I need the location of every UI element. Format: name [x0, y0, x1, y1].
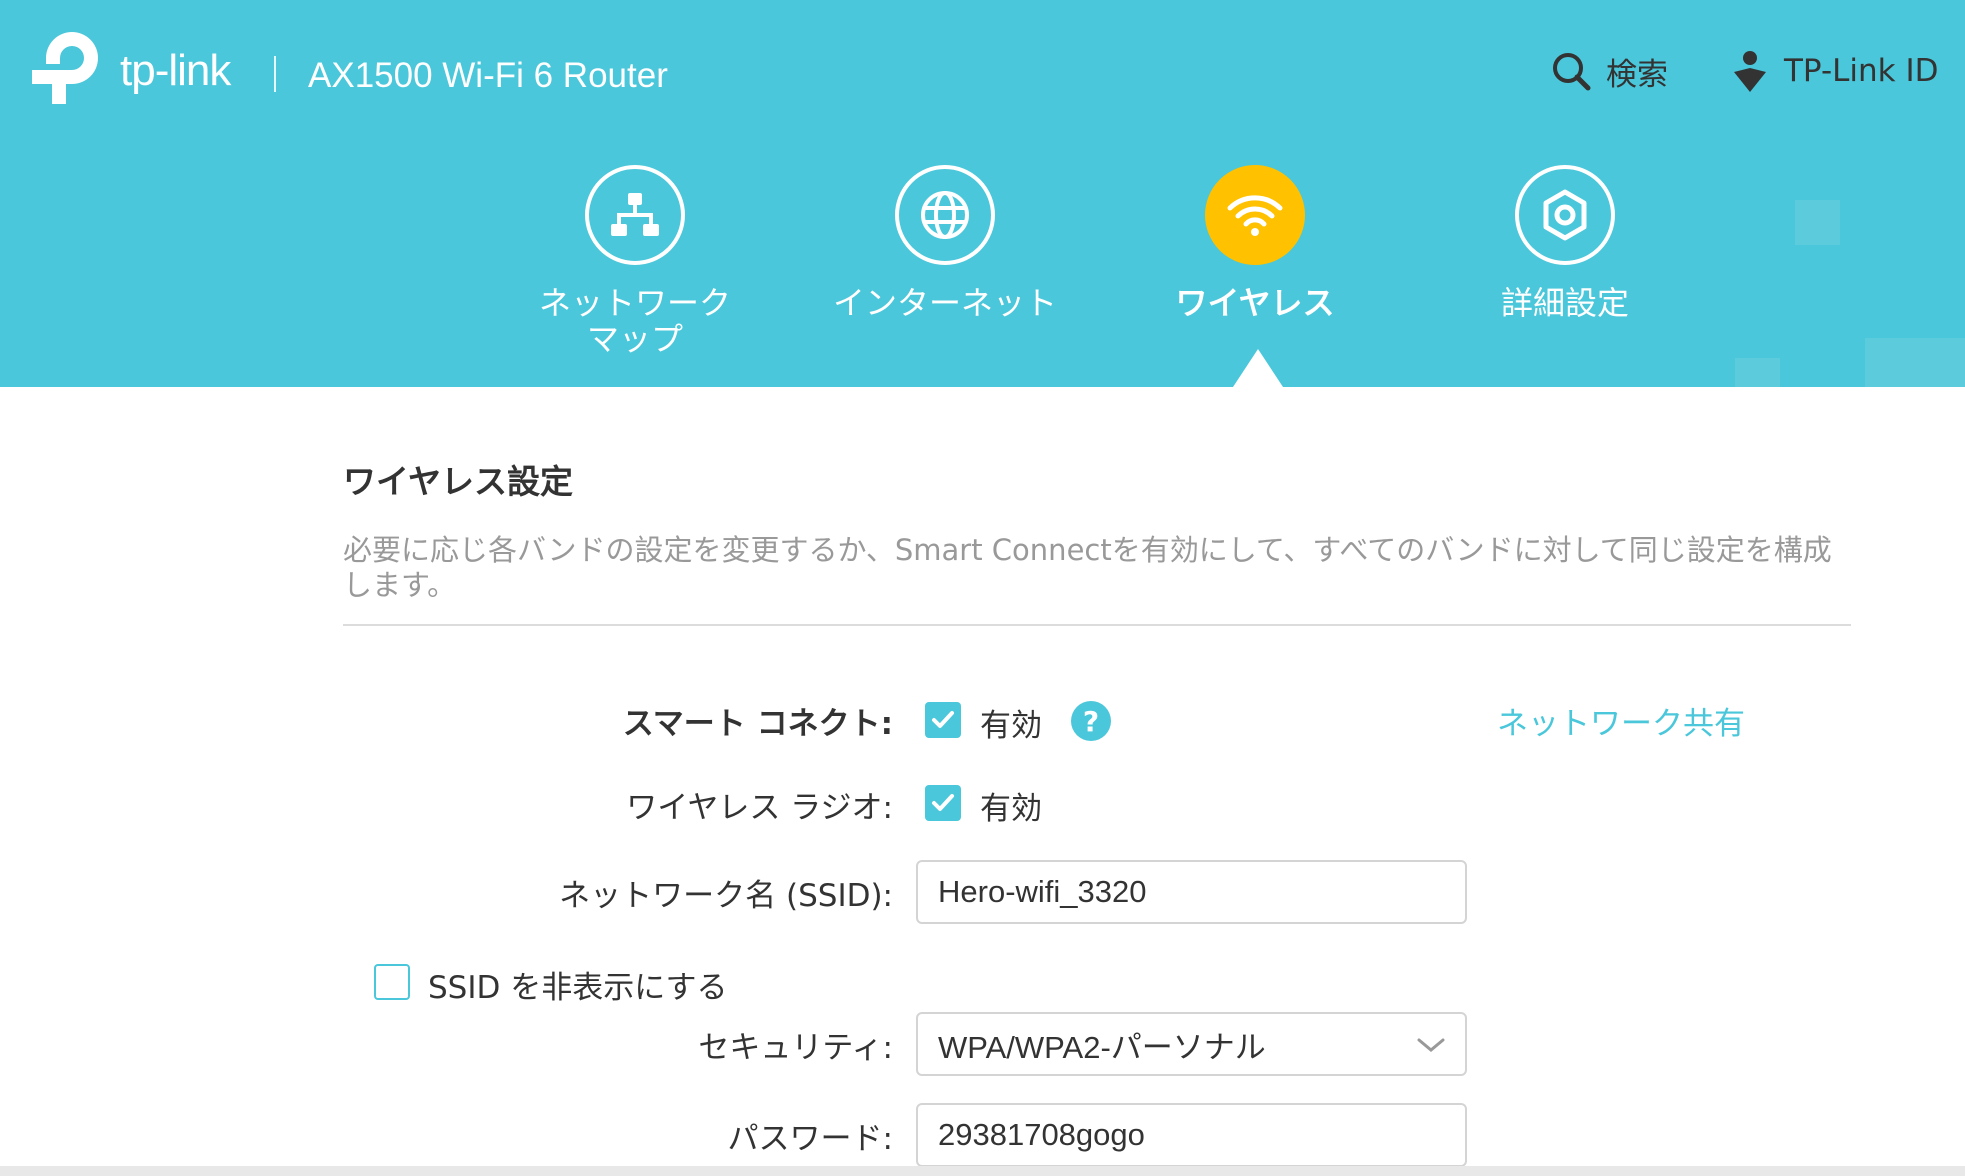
- decor-square: [1735, 358, 1780, 387]
- smart-connect-checkbox[interactable]: [925, 702, 961, 738]
- section-title: ワイヤレス設定: [343, 462, 574, 501]
- chevron-down-icon: [1417, 1038, 1445, 1052]
- password-label: パスワード:: [727, 1121, 893, 1157]
- section-divider: [343, 624, 1851, 626]
- globe-icon: [921, 191, 969, 239]
- hide-ssid-checkbox[interactable]: [374, 964, 410, 1000]
- wireless-radio-label: ワイヤレス ラジオ:: [626, 790, 893, 826]
- nav-advanced[interactable]: 詳細設定: [1435, 165, 1695, 321]
- password-field[interactable]: [916, 1103, 1467, 1167]
- section-description: 必要に応じ各バンドの設定を変更するか、Smart Connectを有効にして、す…: [343, 533, 1832, 602]
- help-icon[interactable]: ?: [1071, 701, 1111, 741]
- security-select[interactable]: WPA/WPA2-パーソナル: [916, 1012, 1467, 1076]
- wireless-radio-enabled-label: 有効: [980, 791, 1042, 827]
- user-icon: [1734, 51, 1766, 92]
- top-header: tp-link AX1500 Wi-Fi 6 Router 検索 TP-Link…: [0, 0, 1965, 387]
- check-icon: [932, 794, 954, 811]
- gear-icon: [1543, 189, 1587, 241]
- header-separator: [274, 56, 276, 92]
- smart-connect-enabled-label: 有効: [980, 708, 1042, 744]
- tp-link-id-label: TP-Link ID: [1784, 53, 1939, 89]
- nav-label-line1: ネットワーク: [538, 284, 731, 322]
- check-icon: [932, 711, 954, 728]
- ssid-input[interactable]: [938, 874, 1445, 910]
- active-tab-pointer: [1233, 349, 1283, 387]
- search-button[interactable]: 検索: [1550, 46, 1668, 96]
- nav-label-line2: マップ: [586, 320, 683, 358]
- ssid-field[interactable]: [916, 860, 1467, 924]
- decor-square: [1865, 338, 1965, 387]
- ssid-label: ネットワーク名 (SSID):: [559, 878, 893, 914]
- nav-network-map[interactable]: ネットワーク マップ: [505, 165, 765, 357]
- search-label: 検索: [1606, 56, 1668, 93]
- router-model: AX1500 Wi-Fi 6 Router: [308, 56, 668, 95]
- smart-connect-label: スマート コネクト:: [622, 706, 893, 742]
- brand-name: tp-link: [120, 46, 231, 95]
- search-icon: [1553, 53, 1591, 91]
- tp-link-id-button[interactable]: TP-Link ID: [1730, 46, 1939, 96]
- wireless-radio-checkbox[interactable]: [925, 785, 961, 821]
- network-map-icon: [611, 193, 659, 236]
- nav-label: インターネット: [832, 284, 1057, 322]
- security-label: セキュリティ:: [698, 1030, 893, 1066]
- security-value: WPA/WPA2-パーソナル: [938, 1029, 1266, 1065]
- network-share-link[interactable]: ネットワーク共有: [1497, 698, 1745, 743]
- bottom-edge: [0, 1166, 1965, 1176]
- hide-ssid-label: SSID を非表示にする: [428, 970, 728, 1006]
- nav-label: 詳細設定: [1500, 284, 1629, 322]
- tp-link-logo-icon: [32, 32, 98, 104]
- password-input[interactable]: [938, 1117, 1445, 1153]
- nav-label: ワイヤレス: [1175, 284, 1335, 322]
- nav-wireless[interactable]: ワイヤレス: [1125, 165, 1385, 321]
- nav-internet[interactable]: インターネット: [815, 165, 1075, 321]
- wifi-icon: [1227, 195, 1283, 236]
- decor-square: [1795, 200, 1840, 245]
